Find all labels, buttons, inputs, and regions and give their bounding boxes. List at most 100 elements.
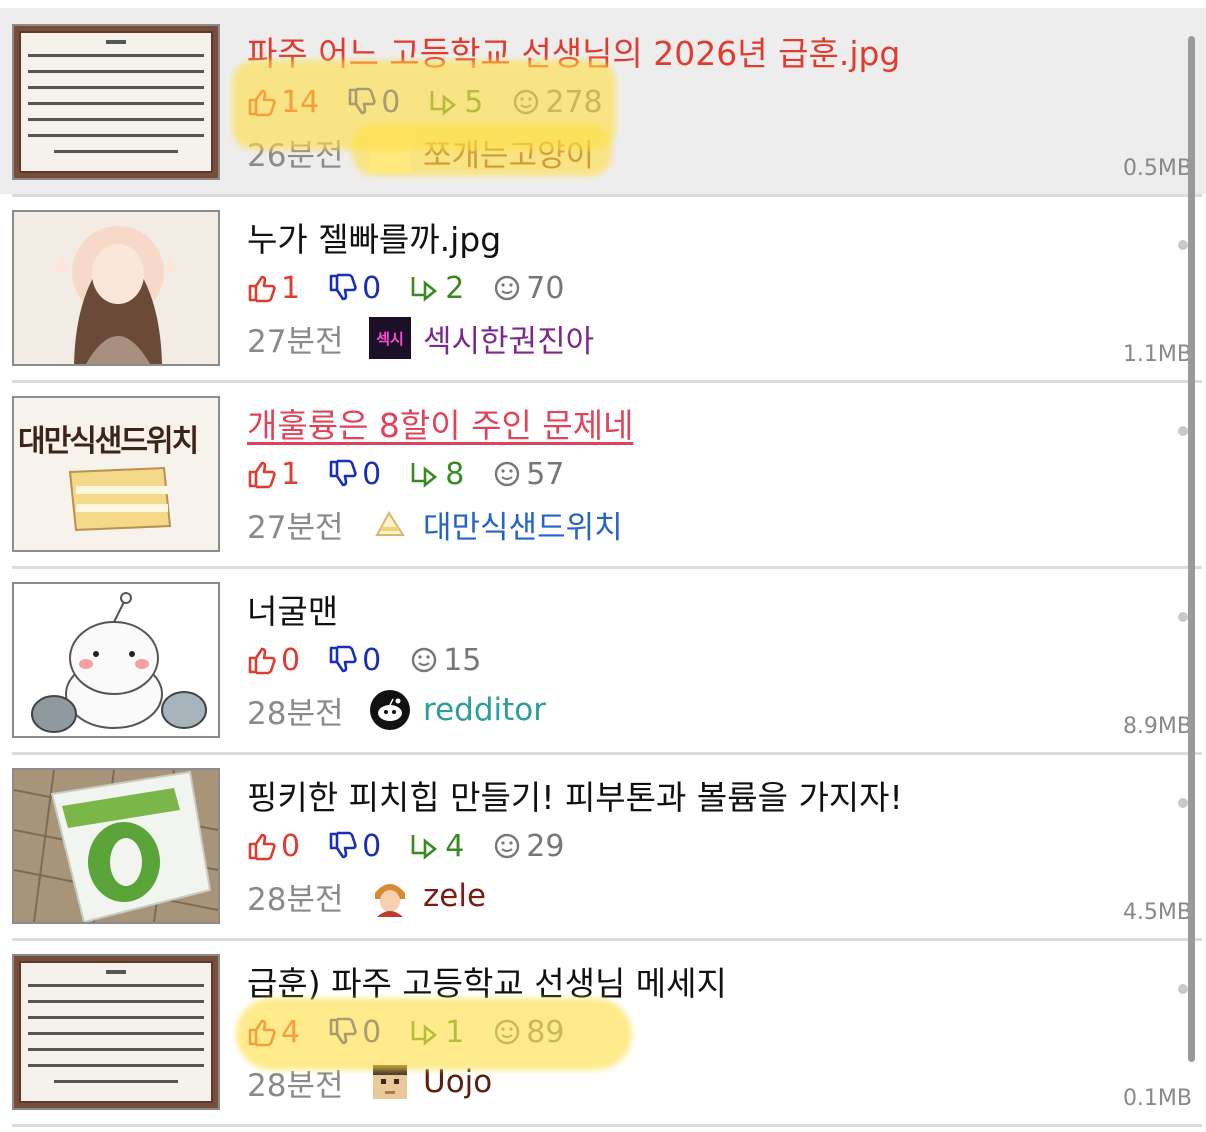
smiley-icon bbox=[495, 461, 520, 487]
downvote-count: 0 bbox=[347, 85, 400, 120]
list-item[interactable]: 급훈) 파주 고등학교 선생님 메세지 4 0 1 89 28분전 Uojo 0… bbox=[0, 938, 1206, 1124]
reply-arrow-icon bbox=[411, 835, 438, 860]
thumbs-down-icon bbox=[348, 87, 376, 115]
view-count: 29 bbox=[492, 829, 564, 864]
post-thumbnail[interactable]: 대만식샌드위치 bbox=[12, 396, 220, 552]
post-stats: 4 0 1 89 bbox=[247, 1012, 592, 1052]
post-time: 28분전 bbox=[247, 1067, 344, 1104]
post-title[interactable]: 개훌륭은 8할이 주인 문제네 bbox=[247, 406, 633, 446]
file-size: 4.5MB bbox=[1122, 900, 1192, 925]
upvote-count: 14 bbox=[247, 85, 319, 120]
post-list: 파주 어느 고등학교 선생님의 2026년 급훈.jpg 14 0 5 278 … bbox=[0, 0, 1206, 1132]
view-count: 278 bbox=[511, 85, 603, 120]
author-name[interactable]: Uojo bbox=[423, 1064, 492, 1100]
reply-arrow-icon bbox=[411, 463, 438, 488]
post-meta: 28분전 Uojo bbox=[247, 1061, 492, 1104]
author-name[interactable]: 쪼개는고양이 bbox=[423, 130, 594, 175]
reply-count: 8 bbox=[409, 457, 464, 492]
list-item[interactable]: 누가 젤빠를까.jpg 1 0 2 70 27분전 섹시 섹시한권진아 1.1M… bbox=[0, 194, 1206, 380]
post-thumbnail[interactable] bbox=[12, 582, 220, 738]
list-item[interactable]: 파주 어느 고등학교 선생님의 2026년 급훈.jpg 14 0 5 278 … bbox=[0, 8, 1206, 194]
view-count: 15 bbox=[409, 643, 481, 678]
list-item[interactable]: 핑키한 피치힙 만들기! 피부톤과 볼륨을 가지자! 0 0 4 29 28분전… bbox=[0, 752, 1206, 938]
unread-dot bbox=[1178, 426, 1188, 436]
scrollbar[interactable] bbox=[1188, 36, 1195, 1062]
post-thumbnail[interactable] bbox=[12, 210, 220, 366]
view-count: 57 bbox=[492, 457, 564, 492]
thumbs-up-icon bbox=[248, 461, 276, 489]
reply-arrow-icon bbox=[411, 277, 438, 302]
post-title[interactable]: 누가 젤빠를까.jpg bbox=[247, 220, 501, 260]
post-time: 27분전 bbox=[247, 323, 344, 360]
post-thumbnail[interactable] bbox=[12, 24, 220, 180]
file-size: 1.1MB bbox=[1122, 342, 1192, 367]
upvote-count: 0 bbox=[247, 829, 300, 864]
avatar[interactable]: 섹시 bbox=[369, 317, 411, 359]
downvote-count: 0 bbox=[328, 1015, 381, 1050]
post-meta: 27분전 섹시 섹시한권진아 bbox=[247, 316, 594, 361]
upvote-count: 1 bbox=[247, 457, 300, 492]
post-title[interactable]: 너굴맨 bbox=[247, 592, 338, 632]
author-name[interactable]: redditor bbox=[423, 692, 546, 728]
post-stats: 0 0 4 29 bbox=[247, 826, 592, 866]
upvote-count: 0 bbox=[247, 643, 300, 678]
reply-arrow-icon bbox=[430, 91, 457, 116]
reply-count: 1 bbox=[409, 1015, 464, 1050]
post-time: 26분전 bbox=[247, 137, 344, 174]
post-title[interactable]: 핑키한 피치힙 만들기! 피부톤과 볼륨을 가지자! bbox=[247, 778, 903, 818]
avatar[interactable] bbox=[369, 131, 411, 173]
post-stats: 14 0 5 278 bbox=[247, 82, 631, 122]
avatar[interactable] bbox=[369, 1061, 411, 1103]
smiley-icon bbox=[411, 647, 437, 673]
file-size: 8.9MB bbox=[1122, 714, 1192, 739]
thumbs-up-icon bbox=[248, 647, 276, 675]
post-meta: 26분전 쪼개는고양이 bbox=[247, 130, 594, 175]
post-title[interactable]: 급훈) 파주 고등학교 선생님 메세지 bbox=[247, 964, 727, 1004]
post-time: 28분전 bbox=[247, 881, 344, 918]
post-thumbnail[interactable] bbox=[12, 954, 220, 1110]
smiley-icon bbox=[514, 89, 539, 115]
post-thumbnail[interactable] bbox=[12, 768, 220, 924]
smiley-icon bbox=[495, 833, 520, 859]
sandwich-avatar-icon[interactable] bbox=[369, 503, 411, 545]
downvote-count: 0 bbox=[328, 643, 381, 678]
post-meta: 27분전 대만식샌드위치 bbox=[247, 502, 623, 547]
thumbs-up-icon bbox=[248, 833, 276, 861]
view-count: 89 bbox=[492, 1015, 564, 1050]
author-name[interactable]: zele bbox=[423, 878, 486, 914]
thumbs-down-icon bbox=[329, 273, 357, 301]
reply-count: 4 bbox=[409, 829, 464, 864]
post-stats: 1 0 8 57 bbox=[247, 454, 592, 494]
author-name[interactable]: 섹시한권진아 bbox=[423, 316, 594, 361]
unread-dot bbox=[1178, 798, 1188, 808]
post-stats: 1 0 2 70 bbox=[247, 268, 592, 308]
post-title[interactable]: 파주 어느 고등학교 선생님의 2026년 급훈.jpg bbox=[247, 34, 900, 74]
post-meta: 28분전 redditor bbox=[247, 689, 546, 732]
reddit-icon[interactable] bbox=[369, 689, 411, 731]
upvote-count: 4 bbox=[247, 1015, 300, 1050]
avatar[interactable] bbox=[369, 875, 411, 917]
thumbs-down-icon bbox=[329, 831, 357, 859]
list-item[interactable]: 너굴맨 0 0 15 28분전 redditor 8.9MB bbox=[0, 566, 1206, 752]
row-divider bbox=[12, 1124, 1202, 1127]
upvote-count: 1 bbox=[247, 271, 300, 306]
thumbs-down-icon bbox=[329, 1017, 357, 1045]
author-name[interactable]: 대만식샌드위치 bbox=[423, 502, 623, 547]
post-stats: 0 0 15 bbox=[247, 640, 509, 680]
reply-arrow-icon bbox=[411, 1021, 438, 1046]
file-size: 0.5MB bbox=[1122, 156, 1192, 181]
post-meta: 28분전 zele bbox=[247, 875, 486, 918]
unread-dot bbox=[1178, 240, 1188, 250]
reply-count: 5 bbox=[428, 85, 483, 120]
list-item[interactable]: 대만식샌드위치 개훌륭은 8할이 주인 문제네 1 0 8 57 27분전 대만… bbox=[0, 380, 1206, 566]
file-size: 0.1MB bbox=[1122, 1086, 1192, 1111]
thumbs-up-icon bbox=[248, 1019, 276, 1047]
post-time: 27분전 bbox=[247, 509, 344, 546]
downvote-count: 0 bbox=[328, 457, 381, 492]
smiley-icon bbox=[495, 275, 520, 301]
view-count: 70 bbox=[492, 271, 564, 306]
post-time: 28분전 bbox=[247, 695, 344, 732]
thumbs-up-icon bbox=[248, 275, 276, 303]
unread-dot bbox=[1178, 612, 1188, 622]
thumbs-down-icon bbox=[329, 645, 357, 673]
